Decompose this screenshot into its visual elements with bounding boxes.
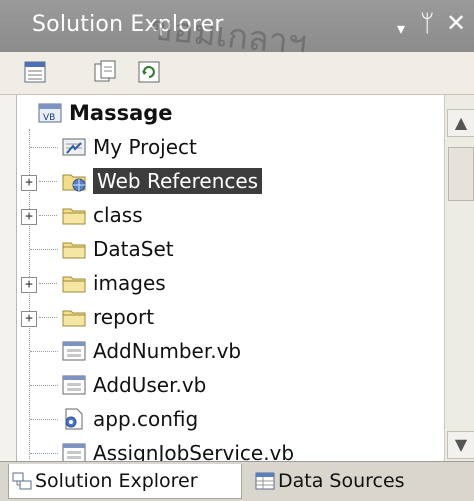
tree-row-addnumber[interactable]: AddNumber.vb (17, 335, 445, 369)
tree-row-adduser[interactable]: AddUser.vb (17, 369, 445, 403)
project-name: Massage (69, 101, 173, 125)
tree-connector (30, 453, 58, 454)
tree-connector (30, 419, 58, 420)
folder-icon (62, 208, 86, 225)
web-references-folder-icon (62, 174, 86, 192)
tree-item-label: class (93, 203, 143, 227)
expand-toggle[interactable]: + (21, 277, 37, 293)
tree-row-assignjobservice[interactable]: AssignJobService.vb (17, 437, 445, 461)
toolbar (0, 52, 474, 95)
tree-item-label: report (93, 305, 155, 329)
data-sources-icon (255, 472, 275, 490)
close-button[interactable]: ✕ (446, 10, 466, 36)
tree-item-label: DataSet (93, 237, 174, 261)
tree-connector (39, 317, 57, 318)
solution-explorer-panel: Solution Explorer ขอมเกลาฯ ▾ ᛘ ✕ VB Mass… (0, 0, 474, 501)
tab-label: Solution Explorer (35, 470, 198, 492)
folder-icon (62, 276, 86, 293)
solution-tree[interactable]: VB Massage My Project + Web References +… (16, 95, 445, 461)
refresh-icon[interactable] (136, 59, 162, 85)
title-bar[interactable]: Solution Explorer ขอมเกลาฯ ▾ ᛘ ✕ (0, 0, 474, 64)
vertical-scrollbar[interactable]: ▲ ▼ (444, 95, 474, 461)
tree-row-dataset[interactable]: DataSet (17, 233, 445, 267)
folder-icon (62, 310, 86, 327)
auto-hide-pin-button[interactable]: ᛘ (420, 10, 434, 36)
properties-icon[interactable] (22, 59, 48, 85)
tree-item-label: AssignJobService.vb (93, 441, 295, 461)
tree-connector (30, 385, 58, 386)
tree-connector (39, 215, 57, 216)
tree-item-label: Web References (93, 168, 263, 194)
scroll-thumb[interactable] (448, 147, 474, 201)
svg-text:VB: VB (43, 113, 55, 123)
folder-icon (62, 242, 86, 259)
tree-row-project[interactable]: VB Massage (17, 97, 445, 131)
tree-connector (30, 351, 58, 352)
expand-toggle[interactable]: + (21, 175, 37, 191)
tree-item-label: AddUser.vb (93, 373, 207, 397)
solution-explorer-icon (12, 472, 32, 490)
tree-row-my-project[interactable]: My Project (17, 131, 445, 165)
bottom-tab-bar: Solution Explorer Data Sources (0, 461, 474, 501)
window-position-dropdown-button[interactable]: ▾ (397, 16, 405, 42)
tree-item-label: images (93, 271, 166, 295)
vb-form-icon (62, 341, 86, 361)
tree-row-web-references[interactable]: + Web References (17, 165, 445, 199)
my-project-icon (62, 138, 86, 156)
tree-connector (30, 249, 58, 250)
show-all-files-icon[interactable] (92, 59, 118, 85)
scroll-up-button[interactable]: ▲ (447, 109, 474, 137)
expand-toggle[interactable]: + (21, 209, 37, 225)
tree-item-label: My Project (93, 135, 197, 159)
tree-row-report[interactable]: + report (17, 301, 445, 335)
vb-project-icon: VB (38, 103, 62, 123)
config-file-icon (65, 408, 83, 430)
tree-item-label: app.config (93, 407, 199, 431)
tree-row-images[interactable]: + images (17, 267, 445, 301)
scroll-down-button[interactable]: ▼ (447, 431, 474, 459)
vb-form-icon (62, 443, 86, 461)
tree-item-label: AddNumber.vb (93, 339, 242, 363)
tab-label: Data Sources (278, 470, 405, 492)
tab-solution-explorer[interactable]: Solution Explorer (8, 464, 242, 499)
expand-toggle[interactable]: + (21, 311, 37, 327)
tree-connector (30, 147, 58, 148)
tree-connector (39, 181, 57, 182)
tree-row-class[interactable]: + class (17, 199, 445, 233)
tree-connector (39, 283, 57, 284)
tree-row-app-config[interactable]: app.config (17, 403, 445, 437)
vb-form-icon (62, 375, 86, 395)
tab-data-sources[interactable]: Data Sources (252, 464, 405, 498)
